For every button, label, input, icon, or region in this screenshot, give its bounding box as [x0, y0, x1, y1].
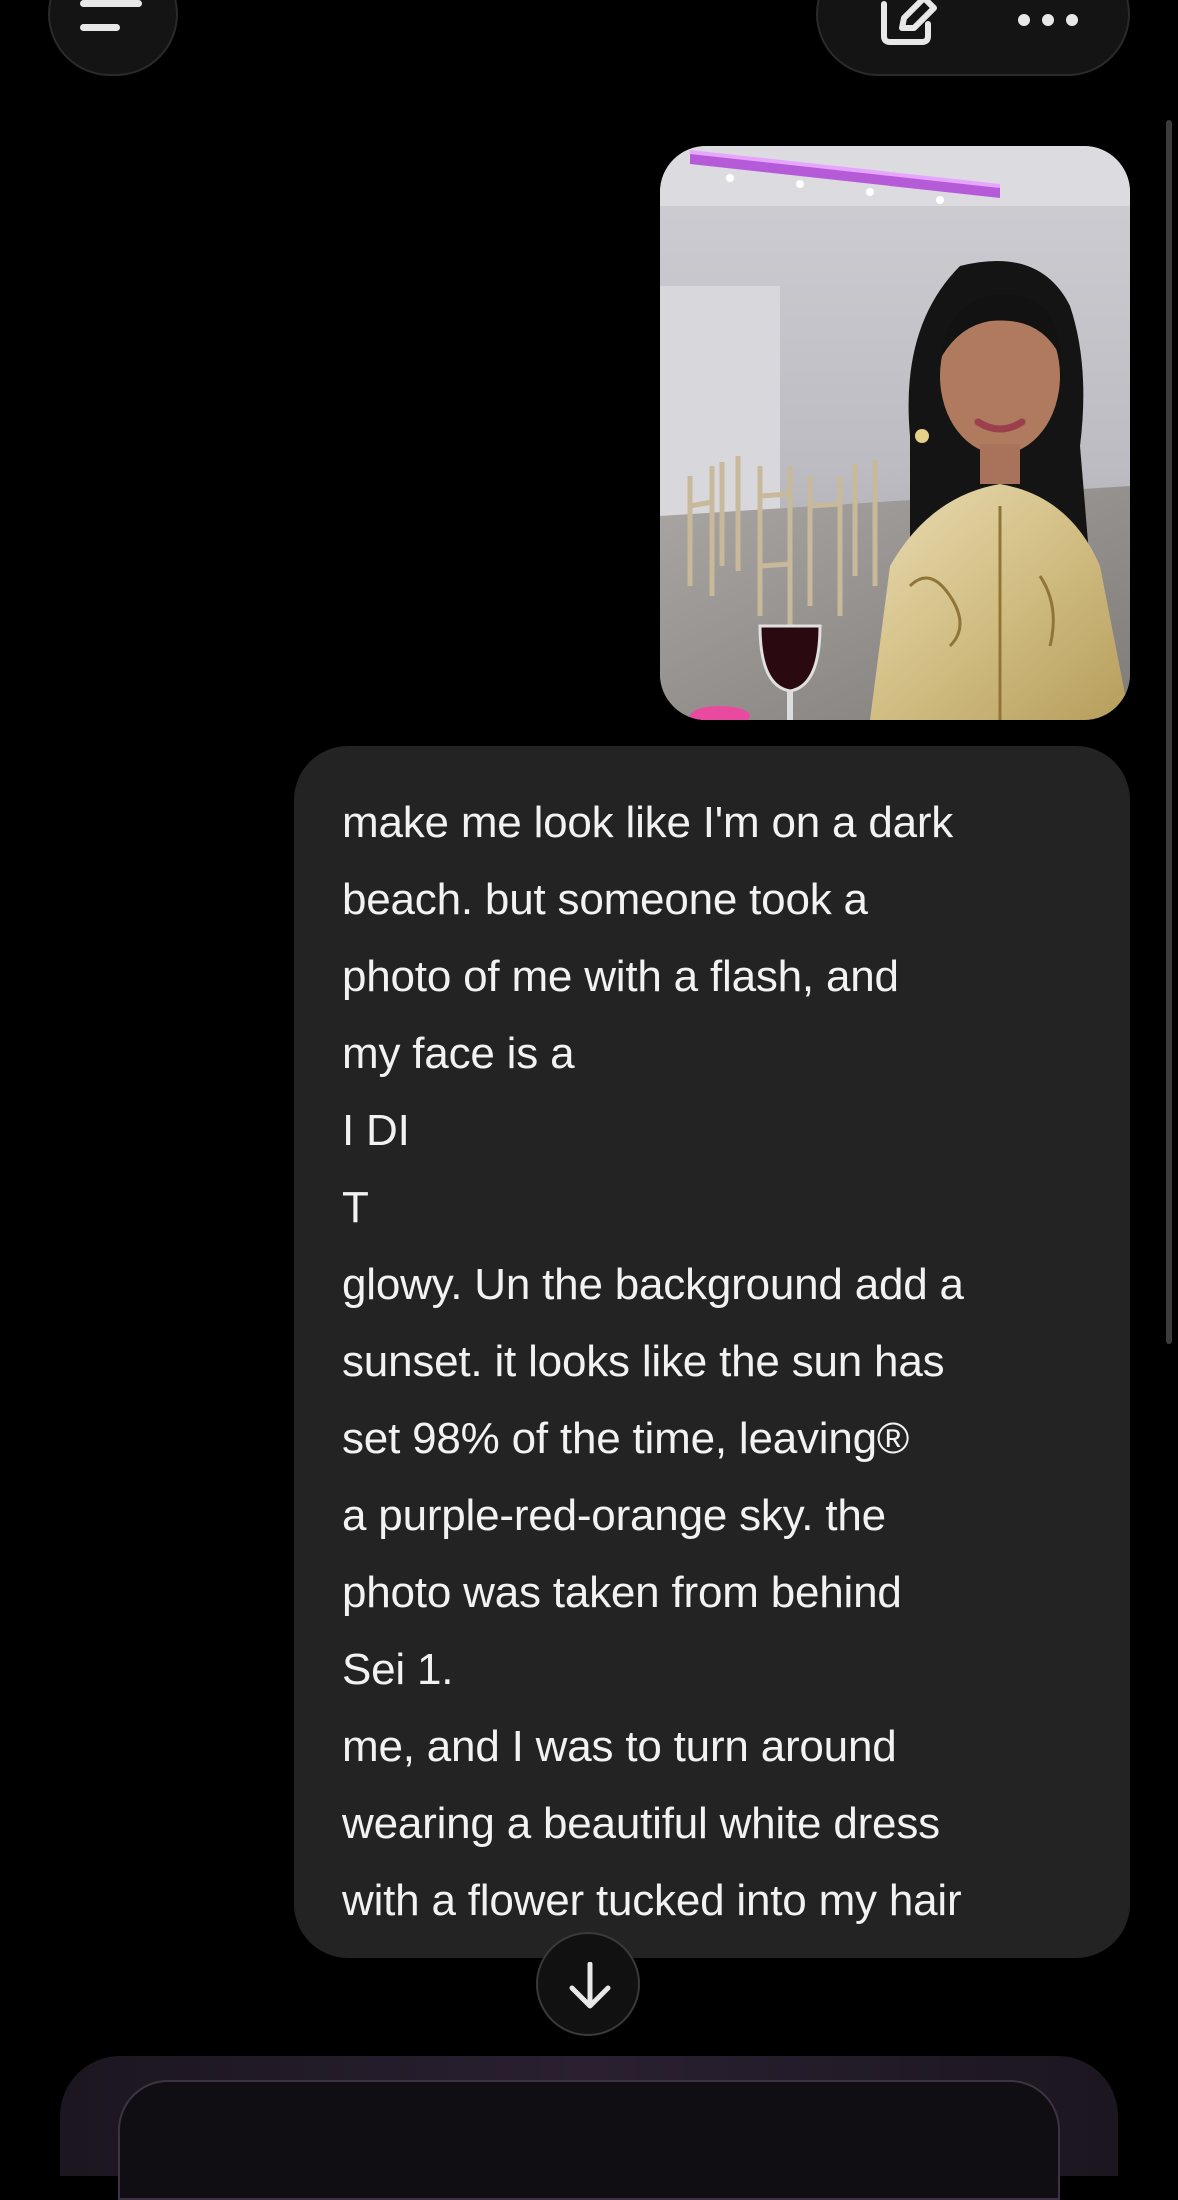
message-line: a purple-red-orange sky. the [342, 1491, 886, 1540]
message-line: my face is a [342, 1029, 575, 1078]
photo-image [660, 146, 1130, 720]
message-input[interactable] [118, 2080, 1060, 2200]
message-line: sunset. it looks like the sun has [342, 1337, 945, 1386]
message-line: Sei 1. [342, 1645, 454, 1694]
scrollbar[interactable] [1166, 120, 1172, 1344]
header-actions [816, 0, 1130, 76]
message-line: me, and I was to turn around [342, 1722, 897, 1771]
menu-button[interactable] [48, 0, 178, 76]
menu-icon [80, 0, 142, 31]
user-message-bubble[interactable]: make me look like I'm on a dark beach. b… [294, 746, 1130, 1958]
more-options-button[interactable] [994, 0, 1104, 78]
message-line: T [342, 1183, 369, 1232]
uploaded-photo[interactable] [660, 146, 1130, 720]
more-dots-icon [1018, 14, 1078, 26]
message-line: wearing a beautiful white dress [342, 1799, 940, 1848]
message-line: I DI [342, 1106, 410, 1155]
message-line: photo was taken from behind [342, 1568, 902, 1617]
new-chat-button[interactable] [844, 0, 954, 78]
message-line: glowy. Un the background add a [342, 1260, 964, 1309]
arrow-down-icon [569, 1962, 611, 2009]
message-line: set 98% of the time, leaving® [342, 1414, 910, 1463]
message-line: make me look like I'm on a dark [342, 798, 954, 847]
message-line: photo of me with a flash, and [342, 952, 899, 1001]
composer-area [60, 2056, 1118, 2200]
scroll-to-bottom-button[interactable] [536, 1932, 640, 2036]
new-chat-edit-icon [881, 0, 937, 45]
message-line: with a flower tucked into my hair [342, 1876, 962, 1925]
message-line: beach. but someone took a [342, 875, 868, 924]
